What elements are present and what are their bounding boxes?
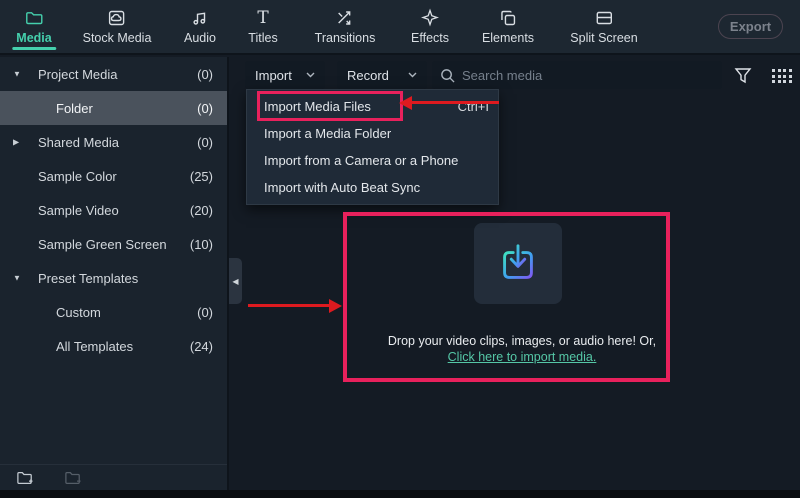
sidebar-item-label: Preset Templates (38, 271, 138, 286)
sidebar-item-label: Project Media (38, 67, 117, 82)
annotation-arrow-menu (412, 101, 499, 104)
sidebar-collapse-handle[interactable]: ◀ (229, 258, 242, 304)
media-library-sidebar: ▼ Project Media (0) Folder (0) ▶ Shared … (0, 57, 227, 490)
menu-item-label: Import from a Camera or a Phone (264, 153, 458, 168)
titles-t-icon: T (257, 8, 268, 28)
sidebar-item-count: (0) (197, 67, 213, 82)
sidebar-item-label: Custom (56, 305, 101, 320)
sidebar-item-count: (0) (197, 101, 213, 116)
tab-stock-media[interactable]: Stock Media (83, 0, 152, 55)
tab-transitions[interactable]: Transitions (315, 0, 376, 55)
menu-item-label: Import a Media Folder (264, 126, 391, 141)
layers-icon (498, 8, 518, 28)
sidebar-item-folder[interactable]: Folder (0) (0, 91, 227, 125)
chevron-down-icon (408, 72, 417, 78)
sidebar-item-label: Sample Green Screen (38, 237, 167, 252)
transitions-icon (335, 8, 355, 28)
tab-media[interactable]: Media (16, 0, 51, 55)
annotation-arrowhead-dropzone (329, 299, 342, 313)
grid-view-icon[interactable] (772, 69, 792, 83)
chevron-down-icon[interactable]: ▼ (13, 274, 21, 283)
tab-label: Titles (248, 31, 277, 45)
chevron-down-icon[interactable]: ▼ (13, 70, 21, 79)
media-panel: Import Record ◀ Import Media Files (227, 57, 800, 490)
tab-label: Effects (411, 31, 449, 45)
add-folder-icon[interactable] (16, 470, 34, 486)
menu-item-import-auto-beat-sync[interactable]: Import with Auto Beat Sync (247, 174, 498, 201)
import-button-label: Import (255, 68, 292, 83)
annotation-arrowhead-menu (399, 96, 412, 110)
search-icon (440, 68, 455, 83)
annotation-box-import-media-files (257, 91, 403, 121)
sidebar-item-all-templates[interactable]: All Templates (24) (0, 329, 227, 363)
sidebar-item-sample-color[interactable]: Sample Color (25) (0, 159, 227, 193)
record-button-label: Record (347, 68, 389, 83)
sidebar-item-count: (0) (197, 305, 213, 320)
sidebar-item-shared-media[interactable]: ▶ Shared Media (0) (0, 125, 227, 159)
annotation-box-dropzone (343, 212, 670, 382)
import-dropdown-button[interactable]: Import (245, 61, 325, 89)
tab-label: Elements (482, 31, 534, 45)
search-box[interactable] (432, 61, 722, 89)
stock-media-icon (107, 8, 127, 28)
annotation-arrow-dropzone (248, 304, 329, 307)
folder-icon (24, 8, 44, 28)
bottom-bar (0, 490, 800, 498)
filmora-window: Media Stock Media Audio T Titles (0, 0, 800, 498)
sidebar-item-label: Shared Media (38, 135, 119, 150)
top-navigation: Media Stock Media Audio T Titles (0, 0, 800, 55)
sidebar-item-custom[interactable]: Custom (0) (0, 295, 227, 329)
tab-titles[interactable]: T Titles (248, 0, 277, 55)
tab-label: Stock Media (83, 31, 152, 45)
sidebar-item-count: (24) (190, 339, 213, 354)
menu-item-import-media-folder[interactable]: Import a Media Folder (247, 120, 498, 147)
sidebar-item-count: (20) (190, 203, 213, 218)
sidebar-item-count: (0) (197, 135, 213, 150)
tab-label: Media (16, 31, 51, 45)
chevron-down-icon (306, 72, 315, 78)
sidebar-footer (0, 464, 227, 490)
tab-label: Audio (184, 31, 216, 45)
tab-effects[interactable]: Effects (411, 0, 449, 55)
filter-funnel-icon[interactable] (734, 67, 752, 84)
music-note-icon (190, 8, 210, 28)
tab-split-screen[interactable]: Split Screen (570, 0, 637, 55)
sidebar-item-preset-templates[interactable]: ▼ Preset Templates (0, 261, 227, 295)
split-screen-icon (594, 8, 614, 28)
sidebar-item-label: Folder (56, 101, 93, 116)
sidebar-item-sample-video[interactable]: Sample Video (20) (0, 193, 227, 227)
sidebar-item-label: All Templates (56, 339, 133, 354)
sidebar-item-sample-green-screen[interactable]: Sample Green Screen (10) (0, 227, 227, 261)
collapse-arrow-icon: ◀ (232, 277, 238, 286)
tab-label: Transitions (315, 31, 376, 45)
tab-audio[interactable]: Audio (184, 0, 216, 55)
active-tab-underline (12, 47, 56, 50)
chevron-right-icon[interactable]: ▶ (13, 138, 19, 147)
sidebar-item-label: Sample Video (38, 203, 119, 218)
sidebar-item-count: (10) (190, 237, 213, 252)
menu-item-import-camera-phone[interactable]: Import from a Camera or a Phone (247, 147, 498, 174)
sidebar-item-count: (25) (190, 169, 213, 184)
search-input[interactable] (462, 68, 692, 83)
remove-folder-icon[interactable] (64, 470, 82, 486)
record-dropdown-button[interactable]: Record (337, 61, 427, 89)
sidebar-item-project-media[interactable]: ▼ Project Media (0) (0, 57, 227, 91)
tab-label: Split Screen (570, 31, 637, 45)
magic-star-icon (420, 8, 440, 28)
tab-elements[interactable]: Elements (482, 0, 534, 55)
export-button[interactable]: Export (718, 14, 783, 39)
menu-item-label: Import with Auto Beat Sync (264, 180, 420, 195)
sidebar-item-label: Sample Color (38, 169, 117, 184)
